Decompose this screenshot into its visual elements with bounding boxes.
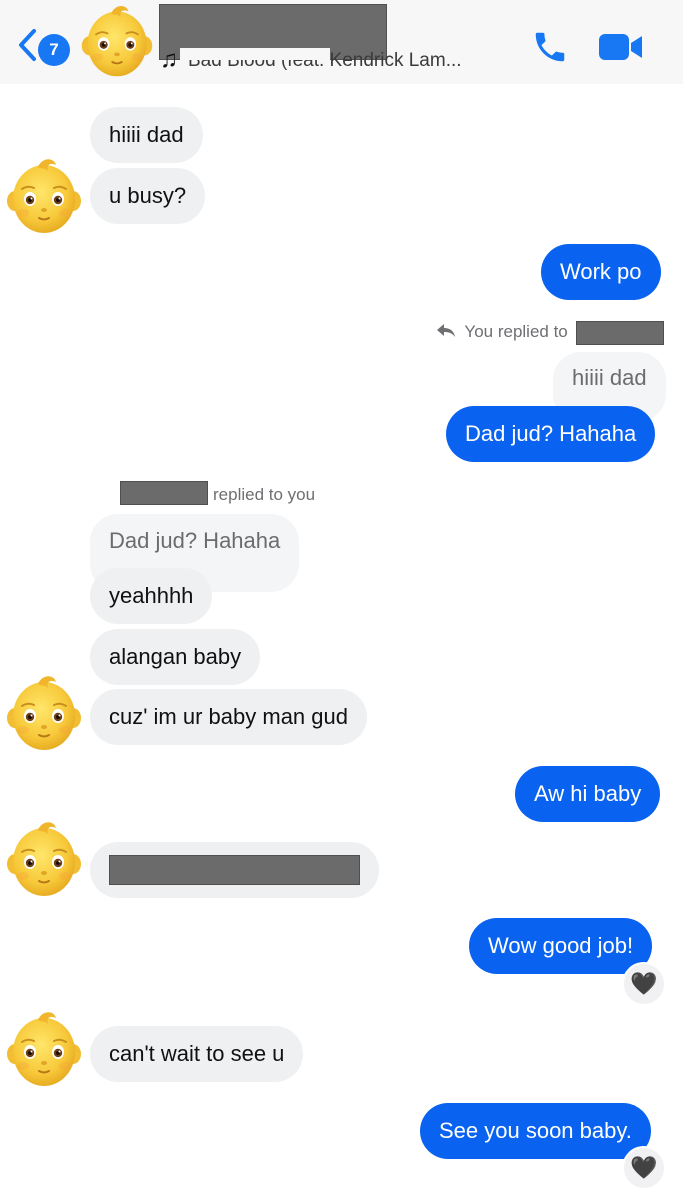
incoming-message[interactable]: cuz' im ur baby man gud — [90, 689, 367, 745]
incoming-message[interactable]: yeahhhh — [90, 568, 213, 624]
chevron-left-icon — [19, 29, 36, 61]
redacted-content — [109, 855, 360, 885]
reply-meta: replied to you — [213, 485, 316, 504]
unread-count-badge: 7 — [38, 34, 70, 66]
heart-reaction[interactable]: 🖤 — [622, 962, 666, 1006]
sender-avatar[interactable] — [2, 818, 86, 902]
outgoing-message[interactable]: Aw hi baby — [515, 766, 661, 822]
outgoing-message[interactable]: See you soon baby. — [420, 1103, 651, 1159]
heart-reaction[interactable]: 🖤 — [622, 1146, 666, 1190]
reply-meta: You replied to — [436, 322, 568, 342]
contact-avatar[interactable] — [77, 2, 157, 82]
music-note-icon: ♫ — [160, 46, 178, 73]
redacted-name — [120, 481, 208, 505]
phone-icon[interactable] — [531, 28, 569, 66]
redacted-name — [576, 321, 664, 345]
back-button[interactable]: 7 — [18, 26, 78, 66]
outgoing-message[interactable]: Wow good job! — [469, 918, 653, 974]
sender-avatar[interactable] — [2, 672, 86, 756]
reply-arrow-icon — [437, 324, 455, 337]
video-camera-icon[interactable] — [598, 30, 644, 64]
outgoing-message[interactable]: Dad jud? Hahaha — [446, 406, 656, 462]
incoming-message[interactable]: hiiii dad — [90, 107, 203, 163]
incoming-message-redacted[interactable] — [90, 842, 379, 898]
name-overlap-mask — [180, 48, 330, 60]
sender-avatar[interactable] — [2, 155, 86, 239]
sender-avatar[interactable] — [2, 1008, 86, 1092]
incoming-message[interactable]: can't wait to see u — [90, 1026, 304, 1082]
incoming-message[interactable]: alangan baby — [90, 629, 261, 685]
outgoing-message[interactable]: Work po — [541, 244, 661, 300]
incoming-message[interactable]: u busy? — [90, 168, 206, 224]
conversation-header: 7 ♫ Bad Blood (feat. Kendrick Lam... — [0, 0, 683, 84]
